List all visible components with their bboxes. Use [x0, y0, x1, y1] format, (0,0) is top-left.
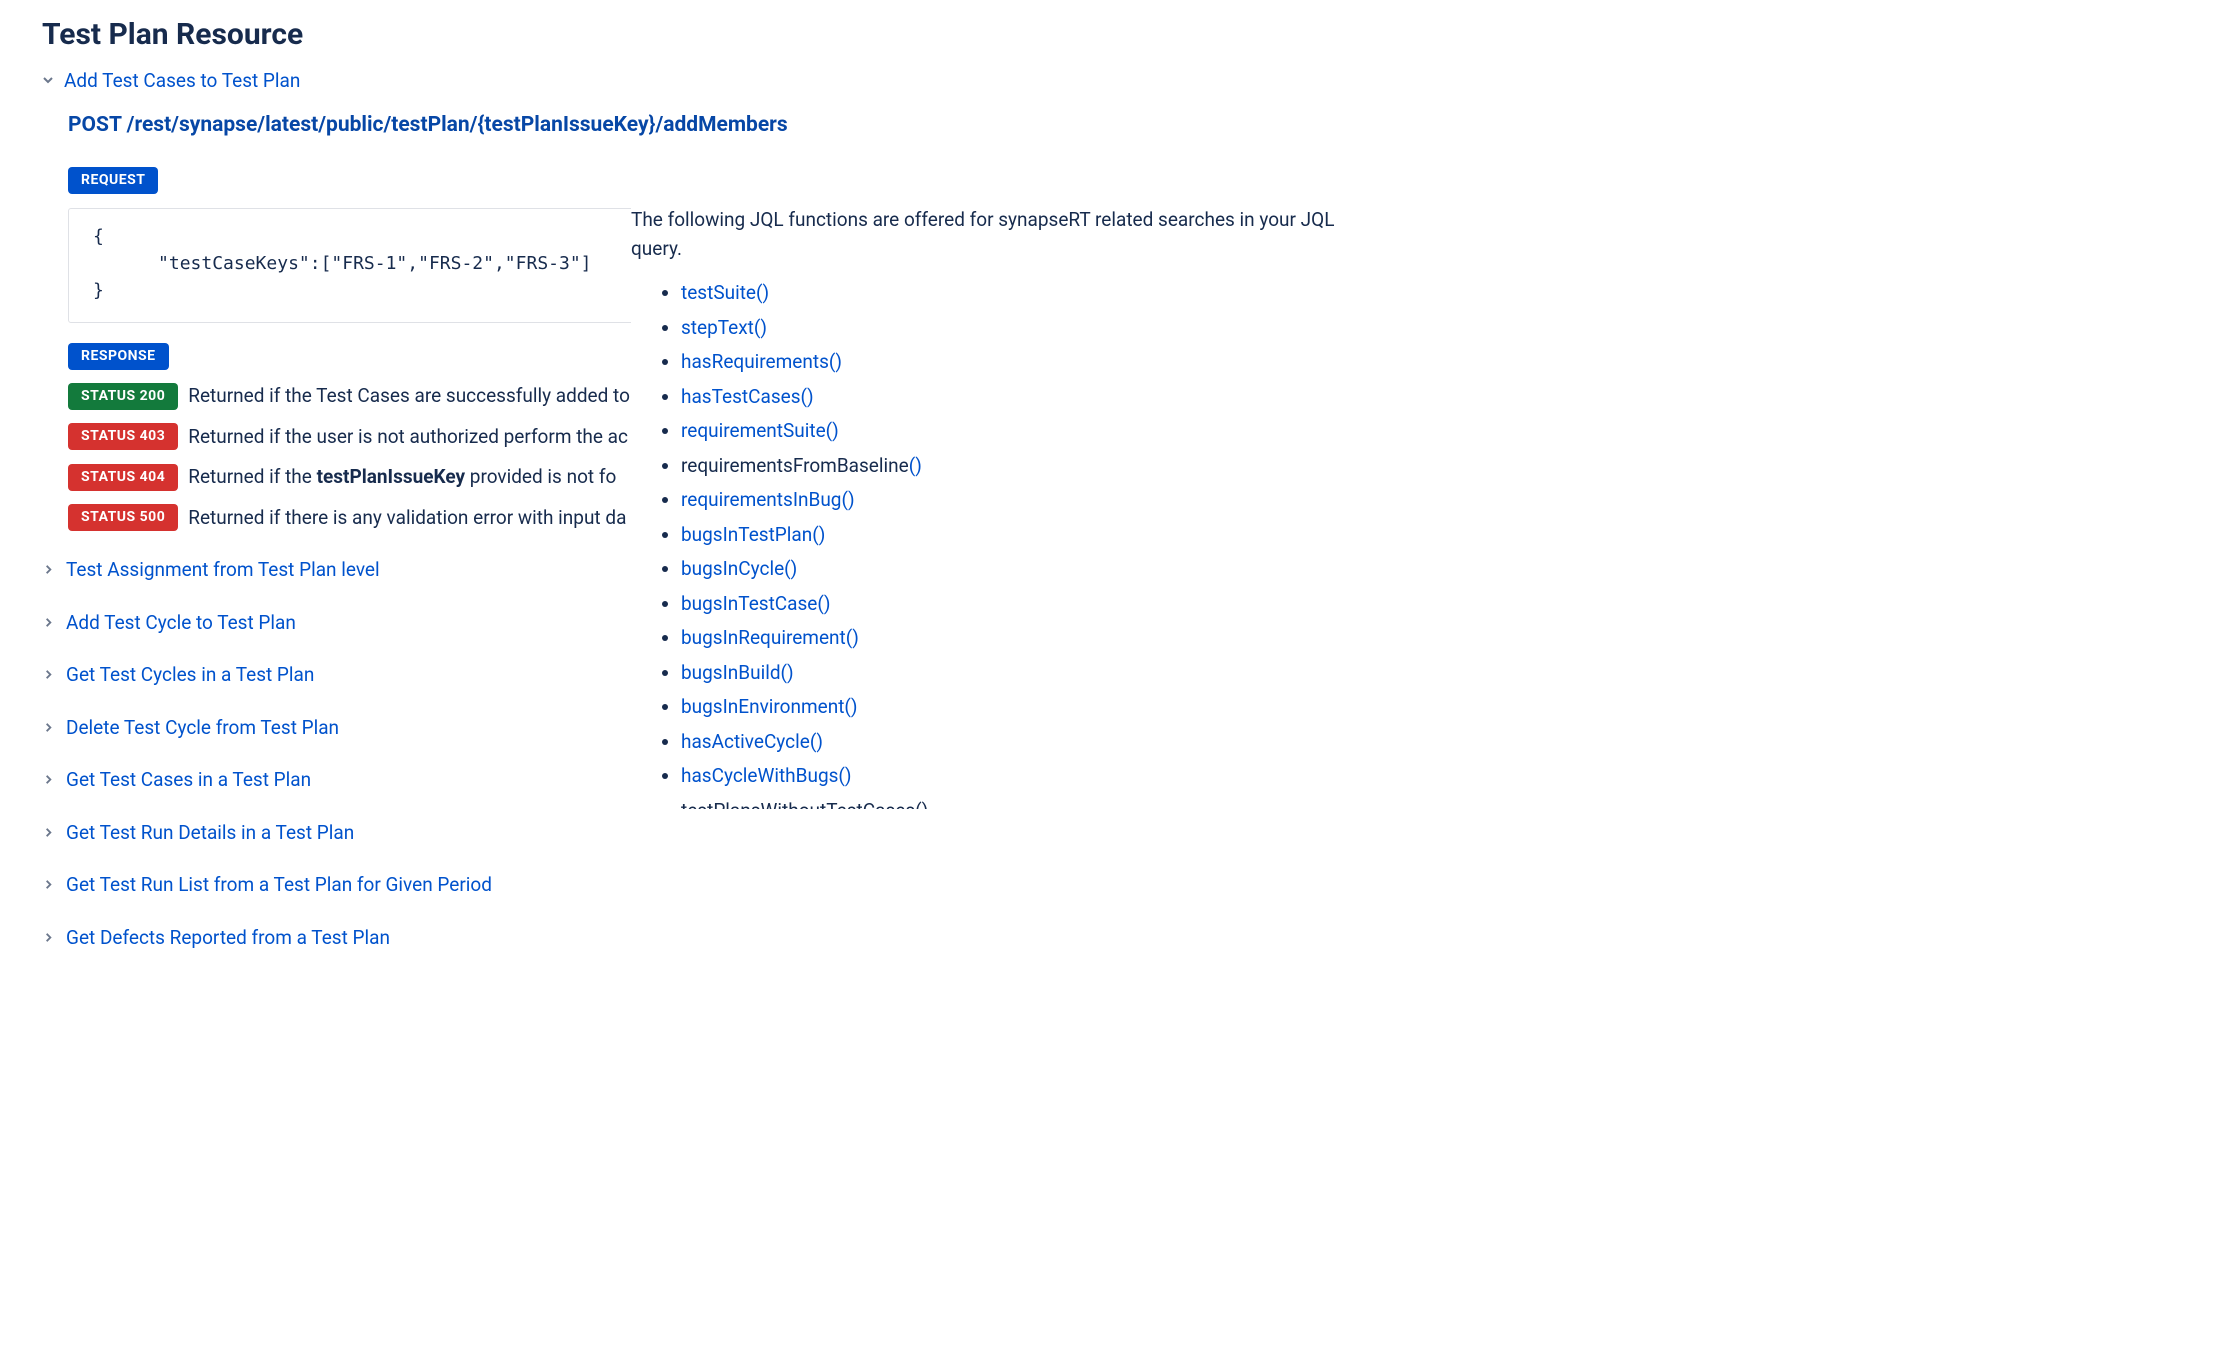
- list-item: testSuite(): [681, 279, 1365, 308]
- jql-function-link[interactable]: bugsInEnvironment(): [681, 695, 858, 718]
- status-line: STATUS 200 Returned if the Test Cases are…: [68, 382, 638, 411]
- list-item: bugsInBuild(): [681, 659, 1365, 688]
- response-badge: RESPONSE: [68, 343, 169, 370]
- list-item: bugsInCycle(): [681, 555, 1365, 584]
- jql-function-link[interactable]: bugsInTestPlan(): [681, 523, 825, 546]
- collapsed-section[interactable]: Get Test Run List from a Test Plan for G…: [42, 871, 1392, 900]
- http-method: POST: [68, 113, 121, 137]
- endpoint-path: /rest/synapse/latest/public/testPlan/{te…: [127, 113, 788, 137]
- status-badge: STATUS 404: [68, 464, 178, 491]
- status-badge: STATUS 200: [68, 383, 178, 410]
- jql-function-cutoff: testPlansWithoutTestCases(): [681, 799, 928, 809]
- status-text: Returned if the testPlanIssueKey provide…: [188, 463, 616, 492]
- collapsed-section-label[interactable]: Get Test Cycles in a Test Plan: [66, 661, 314, 690]
- jql-intro-text: The following JQL functions are offered …: [631, 206, 1365, 263]
- jql-function-link[interactable]: stepText(): [681, 316, 767, 339]
- chevron-right-icon: [42, 664, 54, 687]
- status-text: Returned if the Test Cases are successfu…: [188, 382, 630, 411]
- jql-function-link[interactable]: (): [909, 454, 922, 477]
- jql-function-link[interactable]: requirementsInBug(): [681, 488, 855, 511]
- list-item: bugsInTestCase(): [681, 590, 1365, 619]
- jql-function-link[interactable]: requirementSuite(): [681, 419, 839, 442]
- jql-function-list: testSuite() stepText() hasRequirements() ha…: [631, 279, 1365, 791]
- list-item: requirementsFromBaseline(): [681, 452, 1365, 481]
- expand-add-test-cases[interactable]: Add Test Cases to Test Plan: [64, 67, 300, 96]
- collapsed-section[interactable]: Get Defects Reported from a Test Plan: [42, 924, 1392, 953]
- jql-function-link[interactable]: bugsInRequirement(): [681, 626, 859, 649]
- jql-function-link[interactable]: bugsInCycle(): [681, 557, 797, 580]
- jql-function-link[interactable]: testSuite(): [681, 281, 769, 304]
- collapsed-section-label[interactable]: Get Test Cases in a Test Plan: [66, 766, 311, 795]
- endpoint-line: POST /rest/synapse/latest/public/testPla…: [68, 110, 1392, 142]
- chevron-right-icon: [42, 559, 54, 582]
- status-line: STATUS 403 Returned if the user is not au…: [68, 423, 638, 452]
- chevron-right-icon: [42, 769, 54, 792]
- collapsed-section-label[interactable]: Delete Test Cycle from Test Plan: [66, 714, 339, 743]
- status-text: Returned if the user is not authorized p…: [188, 423, 628, 452]
- list-item: requirementsInBug(): [681, 486, 1365, 515]
- status-badge: STATUS 500: [68, 504, 178, 531]
- chevron-right-icon: [42, 822, 54, 845]
- list-item: bugsInEnvironment(): [681, 693, 1365, 722]
- collapsed-section-label[interactable]: Get Test Run Details in a Test Plan: [66, 819, 354, 848]
- list-item: hasCycleWithBugs(): [681, 762, 1365, 791]
- list-item: hasRequirements(): [681, 348, 1365, 377]
- status-line: STATUS 404 Returned if the testPlanIssueK…: [68, 463, 638, 492]
- collapsed-section[interactable]: Get Test Run Details in a Test Plan: [42, 819, 1392, 848]
- status-badge: STATUS 403: [68, 423, 178, 450]
- request-badge: REQUEST: [68, 167, 158, 194]
- list-item: stepText(): [681, 314, 1365, 343]
- jql-function-link[interactable]: hasTestCases(): [681, 385, 814, 408]
- collapsed-section-label[interactable]: Get Test Run List from a Test Plan for G…: [66, 871, 492, 900]
- chevron-right-icon: [42, 612, 54, 635]
- list-item: bugsInRequirement(): [681, 624, 1365, 653]
- jql-function-link[interactable]: hasRequirements(): [681, 350, 842, 373]
- chevron-right-icon: [42, 717, 54, 740]
- list-item: requirementSuite(): [681, 417, 1365, 446]
- jql-function-link[interactable]: hasCycleWithBugs(): [681, 764, 852, 787]
- jql-function-link[interactable]: hasActiveCycle(): [681, 730, 823, 753]
- chevron-right-icon: [42, 927, 54, 950]
- chevron-right-icon: [42, 874, 54, 897]
- list-item: hasTestCases(): [681, 383, 1365, 412]
- jql-function-link[interactable]: bugsInBuild(): [681, 661, 794, 684]
- status-line: STATUS 500 Returned if there is any valid…: [68, 504, 638, 533]
- list-item: bugsInTestPlan(): [681, 521, 1365, 550]
- list-item: hasActiveCycle(): [681, 728, 1365, 757]
- jql-function-link[interactable]: bugsInTestCase(): [681, 592, 831, 615]
- page-title: Test Plan Resource: [42, 12, 1392, 57]
- chevron-down-icon[interactable]: [42, 70, 54, 93]
- jql-function-plain: requirementsFromBaseline: [681, 454, 909, 477]
- status-text: Returned if there is any validation erro…: [188, 504, 626, 533]
- collapsed-section-label[interactable]: Get Defects Reported from a Test Plan: [66, 924, 390, 953]
- collapsed-section-label[interactable]: Test Assignment from Test Plan level: [66, 556, 380, 585]
- collapsed-section-label[interactable]: Add Test Cycle to Test Plan: [66, 609, 296, 638]
